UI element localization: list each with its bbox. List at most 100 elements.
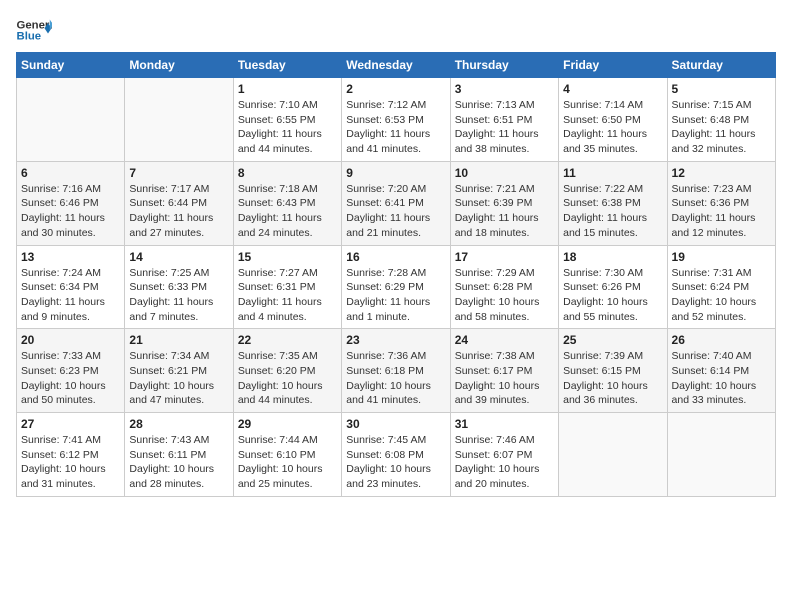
weekday-header: Friday (559, 53, 667, 78)
calendar-week-row: 13 Sunrise: 7:24 AMSunset: 6:34 PMDayligh… (17, 245, 776, 329)
calendar-cell: 15Sunrise: 7:27 AMSunset: 6:31 PMDayligh… (233, 245, 341, 329)
calendar-week-row: 20 Sunrise: 7:33 AMSunset: 6:23 PMDayligh… (17, 329, 776, 413)
calendar-cell: 9Sunrise: 7:20 AMSunset: 6:41 PMDaylight… (342, 161, 450, 245)
calendar-cell: 31 Sunrise: 7:46 AMSunset: 6:07 PMDayligh… (450, 413, 558, 497)
day-number: 28 (129, 417, 228, 431)
day-info: Sunrise: 7:39 AMSunset: 6:15 PMDaylight:… (563, 349, 662, 408)
day-number: 11 (563, 166, 662, 180)
day-number: 6 (21, 166, 120, 180)
calendar-cell: 22Sunrise: 7:35 AMSunset: 6:20 PMDayligh… (233, 329, 341, 413)
day-info: Sunrise: 7:43 AMSunset: 6:11 PMDaylight:… (129, 433, 228, 492)
calendar-cell: 14 Sunrise: 7:25 AMSunset: 6:33 PMDayligh… (125, 245, 233, 329)
svg-text:Blue: Blue (17, 31, 42, 43)
day-number: 21 (129, 333, 228, 347)
day-number: 5 (672, 82, 771, 96)
day-number: 9 (346, 166, 445, 180)
day-number: 8 (238, 166, 337, 180)
calendar-table: SundayMondayTuesdayWednesdayThursdayFrid… (16, 52, 776, 497)
day-info: Sunrise: 7:40 AMSunset: 6:14 PMDaylight:… (672, 349, 771, 408)
calendar-cell: 21 Sunrise: 7:34 AMSunset: 6:21 PMDayligh… (125, 329, 233, 413)
day-info: Sunrise: 7:28 AMSunset: 6:29 PMDaylight:… (346, 266, 445, 325)
day-info: Sunrise: 7:31 AMSunset: 6:24 PMDaylight:… (672, 266, 771, 325)
day-number: 4 (563, 82, 662, 96)
day-info: Sunrise: 7:46 AMSunset: 6:07 PMDaylight:… (455, 433, 554, 492)
day-number: 27 (21, 417, 120, 431)
weekday-header: Sunday (17, 53, 125, 78)
day-number: 23 (346, 333, 445, 347)
calendar-cell: 26 Sunrise: 7:40 AMSunset: 6:14 PMDayligh… (667, 329, 775, 413)
day-info: Sunrise: 7:13 AMSunset: 6:51 PMDaylight:… (455, 98, 554, 157)
day-number: 31 (455, 417, 554, 431)
day-number: 7 (129, 166, 228, 180)
logo-icon: General Blue (16, 16, 52, 44)
day-info: Sunrise: 7:14 AMSunset: 6:50 PMDaylight:… (563, 98, 662, 157)
day-number: 26 (672, 333, 771, 347)
calendar-cell: 29 Sunrise: 7:44 AMSunset: 6:10 PMDayligh… (233, 413, 341, 497)
day-number: 19 (672, 250, 771, 264)
day-info: Sunrise: 7:18 AMSunset: 6:43 PMDaylight:… (238, 182, 337, 241)
calendar-cell: 8 Sunrise: 7:18 AMSunset: 6:43 PMDaylight… (233, 161, 341, 245)
day-info: Sunrise: 7:30 AMSunset: 6:26 PMDaylight:… (563, 266, 662, 325)
day-number: 18 (563, 250, 662, 264)
day-number: 29 (238, 417, 337, 431)
day-number: 3 (455, 82, 554, 96)
calendar-cell: 24 Sunrise: 7:38 AMSunset: 6:17 PMDayligh… (450, 329, 558, 413)
day-info: Sunrise: 7:36 AMSunset: 6:18 PMDaylight:… (346, 349, 445, 408)
day-info: Sunrise: 7:22 AMSunset: 6:38 PMDaylight:… (563, 182, 662, 241)
day-number: 24 (455, 333, 554, 347)
day-number: 14 (129, 250, 228, 264)
weekday-header: Tuesday (233, 53, 341, 78)
calendar-cell (125, 78, 233, 162)
calendar-cell: 7 Sunrise: 7:17 AMSunset: 6:44 PMDaylight… (125, 161, 233, 245)
calendar-header-row: SundayMondayTuesdayWednesdayThursdayFrid… (17, 53, 776, 78)
day-info: Sunrise: 7:33 AMSunset: 6:23 PMDaylight:… (21, 349, 120, 408)
day-number: 16 (346, 250, 445, 264)
calendar-cell: 17 Sunrise: 7:29 AMSunset: 6:28 PMDayligh… (450, 245, 558, 329)
day-info: Sunrise: 7:21 AMSunset: 6:39 PMDaylight:… (455, 182, 554, 241)
weekday-header: Thursday (450, 53, 558, 78)
day-info: Sunrise: 7:34 AMSunset: 6:21 PMDaylight:… (129, 349, 228, 408)
day-info: Sunrise: 7:27 AMSunset: 6:31 PMDaylight:… (238, 266, 337, 325)
calendar-cell: 11 Sunrise: 7:22 AMSunset: 6:38 PMDayligh… (559, 161, 667, 245)
calendar-cell: 3 Sunrise: 7:13 AMSunset: 6:51 PMDaylight… (450, 78, 558, 162)
day-info: Sunrise: 7:41 AMSunset: 6:12 PMDaylight:… (21, 433, 120, 492)
weekday-header: Monday (125, 53, 233, 78)
day-info: Sunrise: 7:29 AMSunset: 6:28 PMDaylight:… (455, 266, 554, 325)
calendar-cell: 19 Sunrise: 7:31 AMSunset: 6:24 PMDayligh… (667, 245, 775, 329)
logo: General Blue (16, 16, 52, 44)
header: General Blue (16, 16, 776, 44)
calendar-cell (559, 413, 667, 497)
calendar-week-row: 1 Sunrise: 7:10 AMSunset: 6:55 PMDaylight… (17, 78, 776, 162)
calendar-cell: 30 Sunrise: 7:45 AMSunset: 6:08 PMDayligh… (342, 413, 450, 497)
day-info: Sunrise: 7:17 AMSunset: 6:44 PMDaylight:… (129, 182, 228, 241)
calendar-cell: 18 Sunrise: 7:30 AMSunset: 6:26 PMDayligh… (559, 245, 667, 329)
calendar-cell: 12 Sunrise: 7:23 AMSunset: 6:36 PMDayligh… (667, 161, 775, 245)
day-info: Sunrise: 7:15 AMSunset: 6:48 PMDaylight:… (672, 98, 771, 157)
day-info: Sunrise: 7:25 AMSunset: 6:33 PMDaylight:… (129, 266, 228, 325)
calendar-cell: 16 Sunrise: 7:28 AMSunset: 6:29 PMDayligh… (342, 245, 450, 329)
day-info: Sunrise: 7:38 AMSunset: 6:17 PMDaylight:… (455, 349, 554, 408)
day-number: 20 (21, 333, 120, 347)
day-info: Sunrise: 7:45 AMSunset: 6:08 PMDaylight:… (346, 433, 445, 492)
calendar-cell: 23 Sunrise: 7:36 AMSunset: 6:18 PMDayligh… (342, 329, 450, 413)
calendar-cell: 6Sunrise: 7:16 AMSunset: 6:46 PMDaylight… (17, 161, 125, 245)
day-number: 22 (238, 333, 337, 347)
calendar-cell: 13 Sunrise: 7:24 AMSunset: 6:34 PMDayligh… (17, 245, 125, 329)
day-number: 30 (346, 417, 445, 431)
day-info: Sunrise: 7:10 AMSunset: 6:55 PMDaylight:… (238, 98, 337, 157)
day-number: 13 (21, 250, 120, 264)
day-number: 17 (455, 250, 554, 264)
calendar-cell: 5 Sunrise: 7:15 AMSunset: 6:48 PMDaylight… (667, 78, 775, 162)
day-info: Sunrise: 7:44 AMSunset: 6:10 PMDaylight:… (238, 433, 337, 492)
calendar-cell: 20 Sunrise: 7:33 AMSunset: 6:23 PMDayligh… (17, 329, 125, 413)
day-number: 12 (672, 166, 771, 180)
calendar-cell: 2Sunrise: 7:12 AMSunset: 6:53 PMDaylight… (342, 78, 450, 162)
day-info: Sunrise: 7:24 AMSunset: 6:34 PMDaylight:… (21, 266, 120, 325)
calendar-cell (667, 413, 775, 497)
calendar-week-row: 6Sunrise: 7:16 AMSunset: 6:46 PMDaylight… (17, 161, 776, 245)
day-number: 1 (238, 82, 337, 96)
weekday-header: Saturday (667, 53, 775, 78)
day-info: Sunrise: 7:23 AMSunset: 6:36 PMDaylight:… (672, 182, 771, 241)
calendar-cell: 28 Sunrise: 7:43 AMSunset: 6:11 PMDayligh… (125, 413, 233, 497)
day-info: Sunrise: 7:12 AMSunset: 6:53 PMDaylight:… (346, 98, 445, 157)
